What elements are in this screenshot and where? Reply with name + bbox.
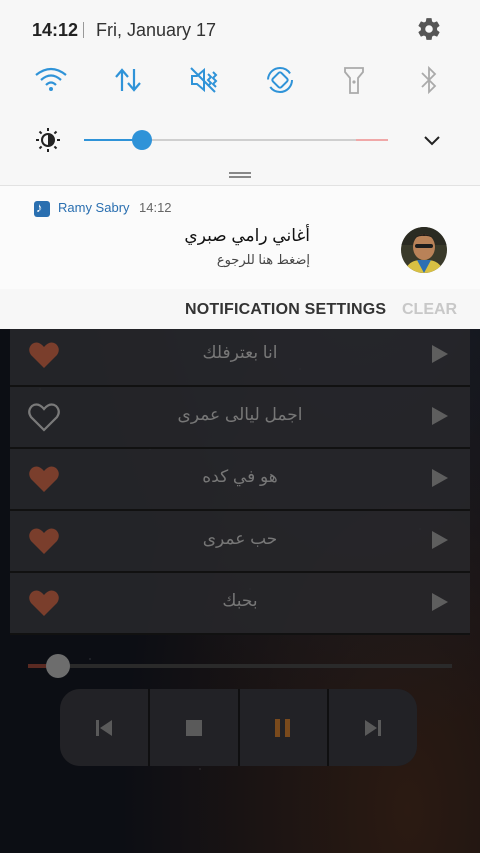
music-app-icon	[34, 200, 50, 217]
pause-button[interactable]	[239, 689, 330, 766]
song-row[interactable]: حب عمرى	[10, 511, 470, 573]
notification-app-name: Ramy Sabry	[58, 200, 130, 215]
quick-settings	[0, 60, 480, 104]
heart-filled-icon[interactable]	[28, 340, 60, 370]
clear-button[interactable]: CLEAR	[402, 301, 457, 319]
date: Fri, January 17	[96, 20, 217, 40]
song-row[interactable]: اجمل ليالى عمرى	[10, 387, 470, 449]
song-title: انا بعترفلك	[202, 343, 278, 362]
mute-icon	[190, 67, 218, 93]
song-row[interactable]: بحبك	[10, 573, 470, 635]
song-row[interactable]: انا بعترفلك	[10, 325, 470, 387]
notification-shade: 14:12 Fri, January 17 ♪ Ramy Sabry 14:12…	[0, 0, 480, 329]
bluetooth-toggle[interactable]	[409, 60, 449, 100]
mobile-data-toggle[interactable]	[108, 60, 148, 100]
play-icon[interactable]	[432, 345, 448, 363]
status-row: 14:12 Fri, January 17	[0, 0, 480, 60]
heart-filled-icon[interactable]	[28, 464, 60, 494]
song-title: هو في كده	[202, 467, 278, 486]
stop-button[interactable]	[149, 689, 240, 766]
flashlight-toggle[interactable]	[334, 60, 374, 100]
heart-filled-icon[interactable]	[28, 526, 60, 556]
seek-thumb[interactable]	[45, 654, 70, 678]
clock: 14:12	[32, 20, 79, 40]
bluetooth-icon	[421, 65, 437, 95]
next-button[interactable]	[329, 689, 417, 766]
drag-handle[interactable]	[229, 172, 251, 178]
brightness-thumb[interactable]	[131, 130, 152, 150]
auto-rotate-toggle[interactable]	[260, 60, 300, 100]
player-controls	[60, 689, 417, 766]
divider	[83, 22, 84, 38]
stop-icon	[185, 719, 202, 736]
brightness-slider[interactable]	[84, 130, 388, 150]
brightness-warning-zone	[356, 139, 388, 141]
notification-settings-button[interactable]: NOTIFICATION SETTINGS	[185, 301, 386, 319]
skip-previous-icon	[95, 719, 112, 736]
avatar	[401, 227, 447, 273]
song-title: بحبك	[222, 591, 258, 610]
notification-actions: NOTIFICATION SETTINGS CLEAR	[0, 289, 480, 329]
auto-rotate-icon	[267, 67, 293, 93]
sound-toggle[interactable]	[184, 60, 224, 100]
flashlight-icon	[344, 67, 364, 94]
heart-outline-icon[interactable]	[28, 402, 60, 432]
wifi-icon	[35, 67, 67, 91]
notification-card[interactable]: Ramy Sabry 14:12 أغاني رامي صبري إضغط هن…	[0, 185, 480, 290]
play-icon[interactable]	[432, 469, 448, 487]
heart-filled-icon[interactable]	[28, 588, 60, 618]
notification-title: أغاني رامي صبري	[184, 226, 310, 245]
wifi-toggle[interactable]	[31, 60, 71, 100]
seek-bar[interactable]	[28, 654, 452, 678]
mobile-data-icon	[115, 68, 141, 92]
pause-icon	[275, 718, 291, 737]
brightness-icon	[36, 128, 60, 152]
play-icon[interactable]	[432, 407, 448, 425]
notification-time: 14:12	[139, 200, 172, 215]
notification-text: إضغط هنا للرجوع	[216, 252, 310, 267]
chevron-down-icon[interactable]	[422, 130, 442, 150]
song-row[interactable]: هو في كده	[10, 449, 470, 511]
gear-icon[interactable]	[416, 16, 442, 42]
song-title: اجمل ليالى عمرى	[177, 405, 303, 424]
previous-button[interactable]	[60, 689, 150, 766]
brightness-row	[0, 118, 480, 162]
skip-next-icon	[365, 719, 382, 736]
play-icon[interactable]	[432, 593, 448, 611]
play-icon[interactable]	[432, 531, 448, 549]
song-title: حب عمرى	[202, 529, 278, 548]
